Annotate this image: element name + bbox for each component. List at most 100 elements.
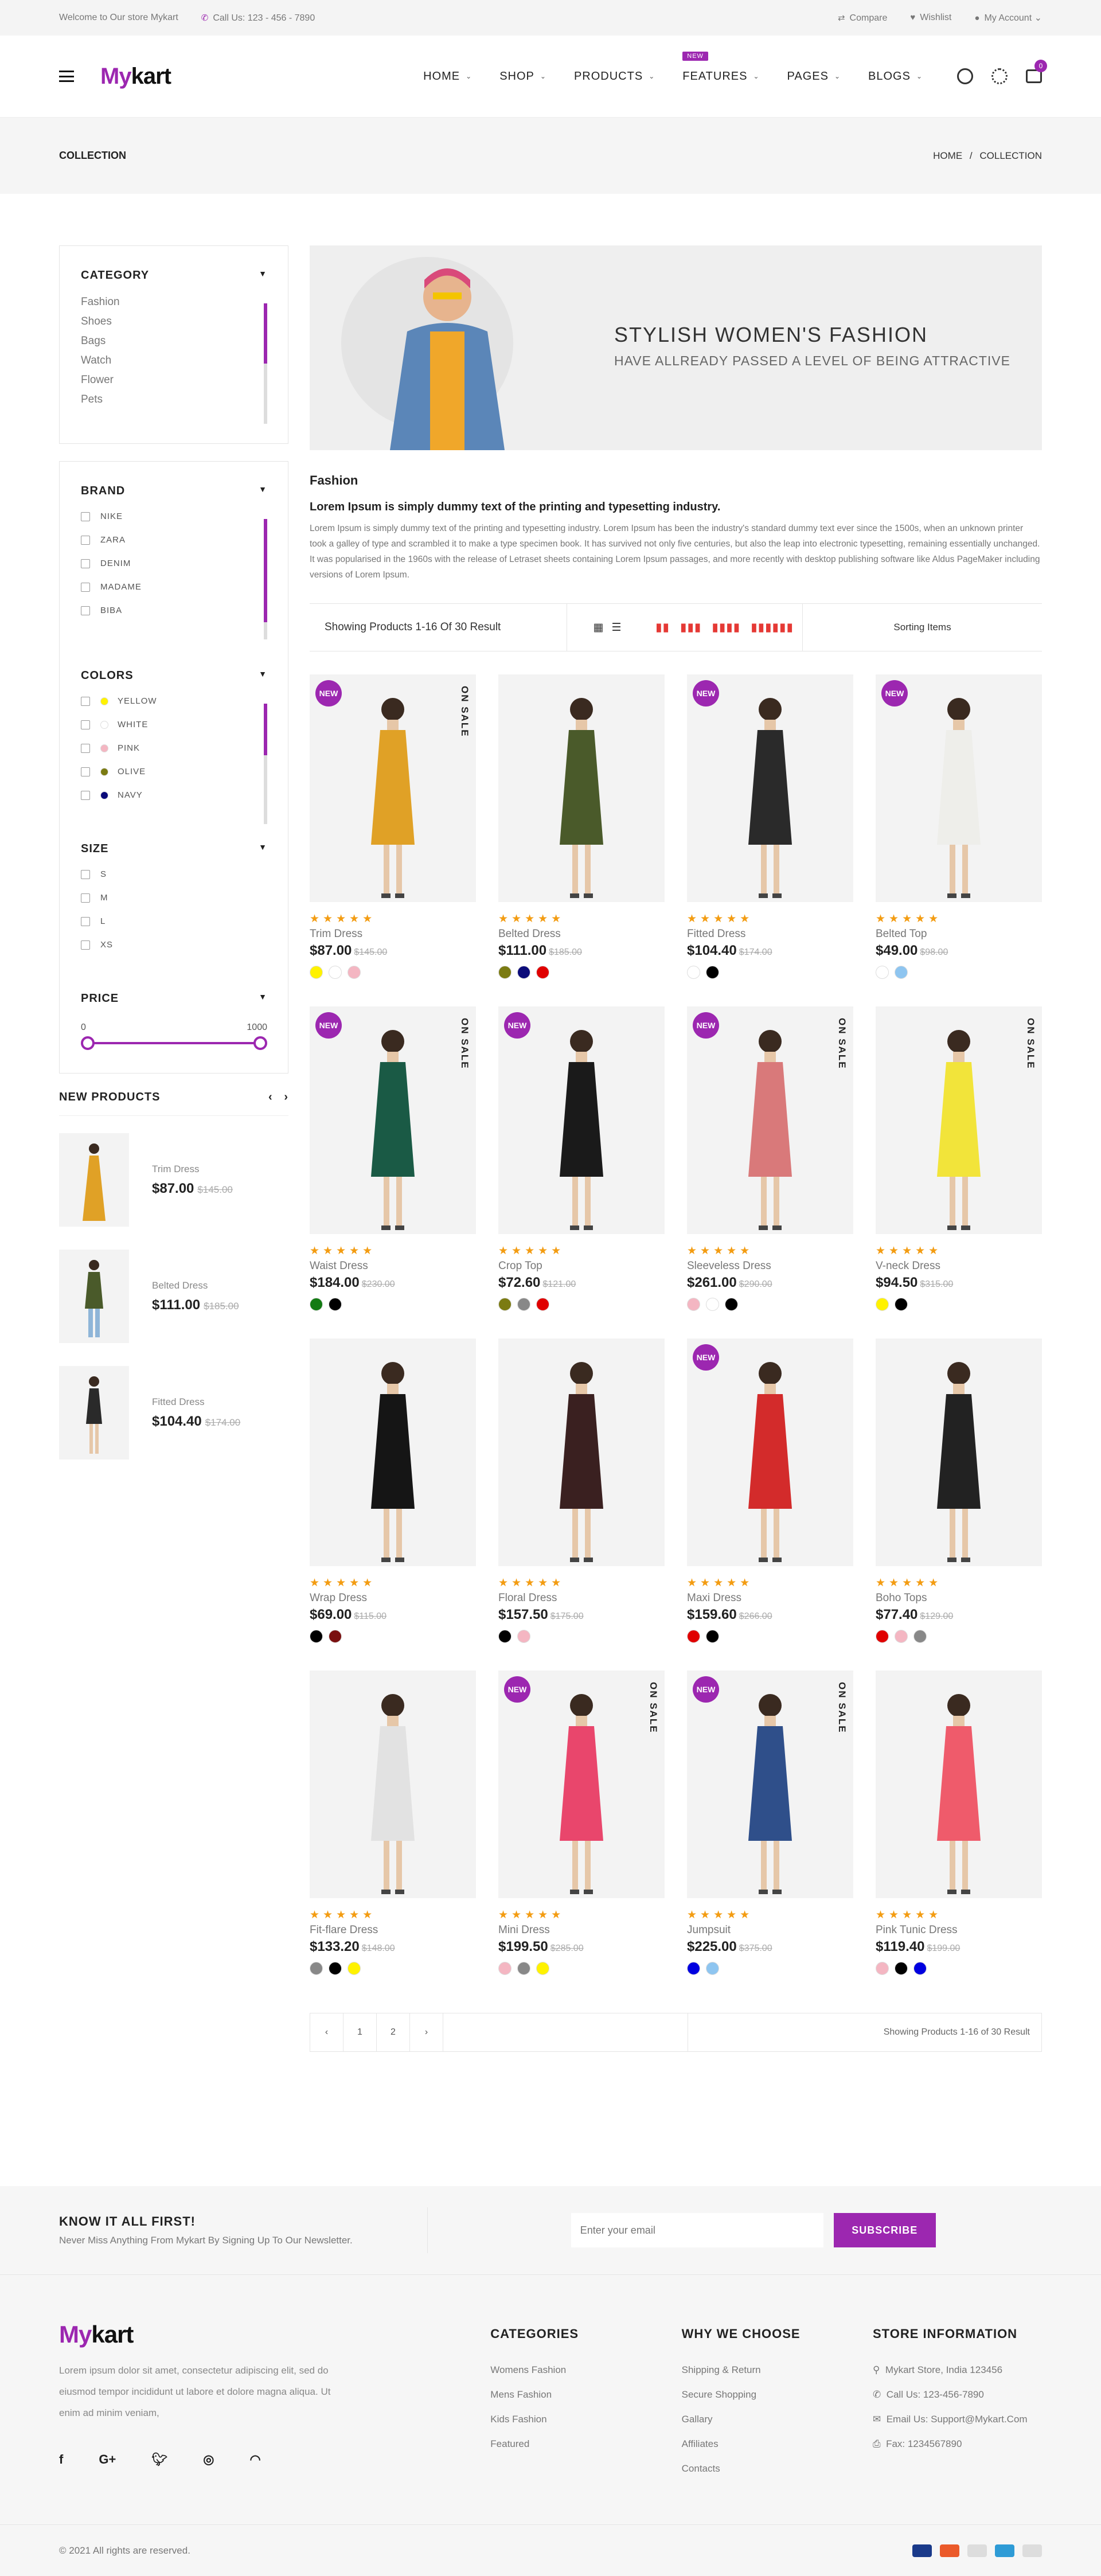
checkbox[interactable] [81,582,90,592]
product-card[interactable]: NEW ★★★★★ Crop Top $72.60 $121.00 [498,1006,665,1311]
color-checkbox[interactable]: OLIVE [81,767,267,776]
scrollbar[interactable] [264,303,267,424]
color-swatch[interactable] [687,1298,700,1311]
color-checkbox[interactable]: NAVY [81,790,267,800]
product-card[interactable]: NEW ★★★★★ Belted Top $49.00 $98.00 [876,674,1042,979]
color-swatch[interactable] [687,1962,700,1975]
color-swatch[interactable] [895,1298,908,1311]
wishlist-link[interactable]: ♥ Wishlist [910,13,951,23]
twitter-icon[interactable]: 🐦︎ [151,2452,167,2467]
product-card[interactable]: NEW ON SALE ★★★★★ Waist Dress $184.00 $23… [310,1006,476,1311]
footer-link[interactable]: Mens Fashion [490,2389,681,2401]
checkbox[interactable] [81,696,90,706]
rss-icon[interactable]: ◠ [249,2452,260,2467]
product-thumb[interactable] [59,1366,129,1459]
category-item[interactable]: Watch [81,354,267,367]
product-name[interactable]: Fitted Dress [687,928,853,940]
color-swatch[interactable] [913,1630,927,1643]
scrollbar[interactable] [264,704,267,824]
new-product-item[interactable]: Belted Dress $111.00 $185.00 [59,1250,288,1343]
price-title[interactable]: PRICE ▼ [81,992,267,1005]
product-image[interactable]: NEW ON SALE [310,674,476,902]
product-thumb[interactable] [59,1250,129,1343]
brand-checkbox[interactable]: DENIM [81,559,267,568]
product-name[interactable]: Trim Dress [152,1164,233,1175]
product-name[interactable]: Belted Top [876,928,1042,940]
product-name[interactable]: Sleeveless Dress [687,1260,853,1273]
color-swatch[interactable] [329,1962,342,1975]
product-card[interactable]: NEW ON SALE ★★★★★ Trim Dress $87.00 $145.… [310,674,476,979]
color-swatch[interactable] [329,1298,342,1311]
color-swatch[interactable] [329,1630,342,1643]
nav-shop[interactable]: SHOP ⌄ [499,70,546,83]
product-image[interactable]: NEW ON SALE [310,1006,476,1234]
color-checkbox[interactable]: YELLOW [81,696,267,706]
product-image[interactable]: ON SALE [876,1006,1042,1234]
product-name[interactable]: Pink Tunic Dress [876,1924,1042,1937]
category-title[interactable]: CATEGORY ▼ [81,269,267,282]
checkbox[interactable] [81,559,90,568]
chevron-left-icon[interactable]: ‹ [268,1091,273,1103]
size-checkbox[interactable]: XS [81,940,267,950]
product-card[interactable]: NEW ★★★★★ Maxi Dress $159.60 $266.00 [687,1338,853,1643]
product-card[interactable]: ★★★★★ Fit-flare Dress $133.20 $148.00 [310,1671,476,1975]
footer-link[interactable]: Featured [490,2438,681,2450]
product-card[interactable]: NEW ON SALE ★★★★★ Jumpsuit $225.00 $375.0… [687,1671,853,1975]
size-title[interactable]: SIZE ▼ [81,842,267,856]
color-swatch[interactable] [536,966,549,979]
email-input[interactable] [571,2213,823,2247]
sort-dropdown[interactable]: Sorting Items [802,604,1042,651]
footer-logo[interactable]: Mykart [59,2321,358,2348]
breadcrumb-home[interactable]: HOME [933,150,962,161]
checkbox[interactable] [81,606,90,615]
color-swatch[interactable] [517,1630,530,1643]
product-image[interactable] [498,1338,665,1566]
product-image[interactable] [310,1338,476,1566]
product-card[interactable]: ON SALE ★★★★★ V-neck Dress $94.50 $315.00 [876,1006,1042,1311]
footer-link[interactable]: Affiliates [682,2438,873,2450]
facebook-icon[interactable]: f [59,2452,63,2467]
category-item[interactable]: Bags [81,335,267,348]
new-product-item[interactable]: Trim Dress $87.00 $145.00 [59,1133,288,1227]
grid-3-icon[interactable]: ▮▮▮ [680,621,701,634]
checkbox[interactable] [81,767,90,776]
product-name[interactable]: Maxi Dress [687,1592,853,1605]
grid-4-icon[interactable]: ▮▮▮▮ [712,621,741,634]
product-card[interactable]: ★★★★★ Belted Dress $111.00 $185.00 [498,674,665,979]
page-2[interactable]: 2 [377,2013,410,2051]
checkbox[interactable] [81,720,90,729]
footer-link[interactable]: Contacts [682,2463,873,2474]
product-name[interactable]: Belted Dress [152,1280,239,1291]
checkbox[interactable] [81,940,90,950]
instagram-icon[interactable]: ◎ [203,2452,214,2467]
product-thumb[interactable] [59,1133,129,1227]
page-1[interactable]: 1 [343,2013,377,2051]
size-checkbox[interactable]: L [81,916,267,926]
color-swatch[interactable] [536,1298,549,1311]
product-name[interactable]: Floral Dress [498,1592,665,1605]
cart-icon[interactable]: 0 [1026,60,1047,83]
product-image[interactable]: NEW ON SALE [498,1671,665,1898]
color-swatch[interactable] [329,966,342,979]
colors-title[interactable]: COLORS ▼ [81,669,267,682]
subscribe-button[interactable]: SUBSCRIBE [833,2213,936,2247]
product-card[interactable]: ★★★★★ Wrap Dress $69.00 $115.00 [310,1338,476,1643]
next-page-icon[interactable]: › [410,2013,443,2051]
product-name[interactable]: Wrap Dress [310,1592,476,1605]
color-swatch[interactable] [725,1298,738,1311]
product-name[interactable]: V-neck Dress [876,1260,1042,1273]
product-name[interactable]: Waist Dress [310,1260,476,1273]
color-swatch[interactable] [876,1630,889,1643]
nav-home[interactable]: HOME ⌄ [423,70,472,83]
product-image[interactable]: NEW ON SALE [687,1006,853,1234]
color-swatch[interactable] [687,1630,700,1643]
category-item[interactable]: Shoes [81,315,267,328]
product-image[interactable]: NEW [498,1006,665,1234]
product-name[interactable]: Trim Dress [310,928,476,940]
color-swatch[interactable] [498,1962,512,1975]
chevron-right-icon[interactable]: › [284,1091,288,1103]
product-image[interactable] [310,1671,476,1898]
color-swatch[interactable] [310,966,323,979]
search-icon[interactable] [957,68,973,84]
checkbox[interactable] [81,512,90,521]
